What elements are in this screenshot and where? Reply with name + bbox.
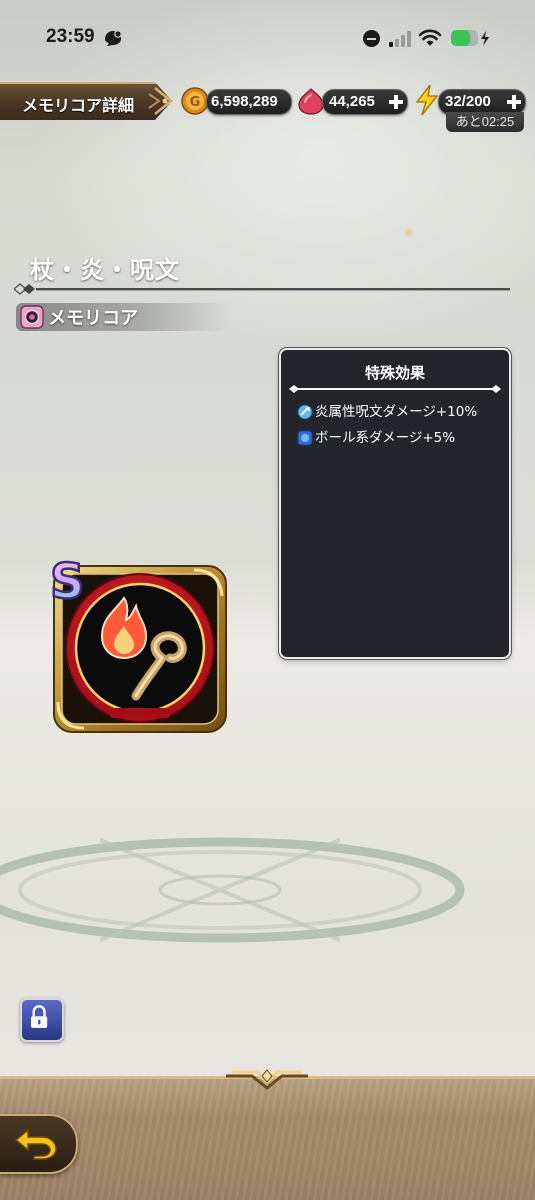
gold-counter: 6,598,289 bbox=[206, 89, 292, 115]
ground-magic-circle bbox=[0, 837, 465, 943]
effect-label: 炎属性呪文ダメージ+10% bbox=[315, 404, 478, 420]
lock-button[interactable] bbox=[20, 998, 64, 1042]
item-name: 杖・炎・呪文 bbox=[30, 256, 180, 284]
category-label: メモリコア bbox=[48, 308, 138, 329]
screen: 23:59 メモリコア詳細 G 6,598,289 44,265 32/200 … bbox=[0, 0, 535, 1200]
gem-counter[interactable]: 44,265 bbox=[322, 89, 408, 115]
status-time: 23:59 bbox=[46, 26, 95, 47]
battery-icon bbox=[451, 30, 478, 46]
memory-core-icon bbox=[20, 305, 44, 329]
charging-icon bbox=[481, 31, 489, 46]
spell-icon bbox=[297, 404, 313, 420]
gem-value: 44,265 bbox=[329, 93, 375, 110]
signal-icon bbox=[389, 30, 413, 47]
sparkle bbox=[404, 228, 414, 238]
back-button[interactable] bbox=[0, 1114, 78, 1174]
bottom-bar bbox=[0, 1076, 535, 1200]
do-not-disturb-icon bbox=[363, 30, 380, 47]
effects-title: 特殊効果 bbox=[364, 364, 425, 382]
gold-value: 6,598,289 bbox=[211, 93, 278, 110]
back-arrow-icon bbox=[14, 1128, 57, 1160]
effect-label: ボール系ダメージ+5% bbox=[315, 430, 456, 446]
banner-ornament-icon bbox=[148, 87, 173, 115]
svg-text:G: G bbox=[190, 95, 201, 110]
bottom-bar-ornament bbox=[226, 1069, 308, 1090]
notification-icon bbox=[105, 30, 122, 46]
svg-text:S: S bbox=[50, 554, 85, 610]
stamina-bolt-icon bbox=[415, 84, 439, 116]
special-effects-panel: 特殊効果 炎属性呪文ダメージ+10% ボール系ダメージ+5% bbox=[279, 348, 511, 659]
page-title: メモリコア詳細 bbox=[22, 96, 135, 115]
memory-core-medallion: S bbox=[49, 553, 227, 733]
effects-divider bbox=[289, 385, 501, 393]
wifi-icon bbox=[418, 29, 442, 46]
status-bar: 23:59 bbox=[0, 0, 535, 76]
stamina-timer: あと02:25 bbox=[446, 112, 524, 132]
add-gems-icon[interactable] bbox=[389, 95, 403, 109]
blue-orb-icon bbox=[297, 430, 313, 446]
battery-fill bbox=[451, 30, 471, 46]
title-divider bbox=[14, 283, 510, 295]
add-stamina-icon[interactable] bbox=[507, 95, 521, 109]
stamina-value: 32/200 bbox=[445, 93, 491, 110]
lock-icon bbox=[31, 1005, 48, 1028]
